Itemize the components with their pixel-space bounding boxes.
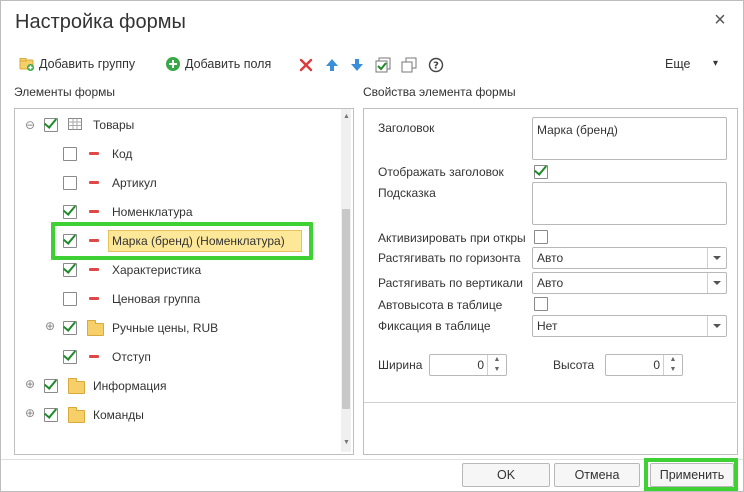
width-value: 0 (477, 358, 484, 372)
checkbox-kod[interactable] (63, 147, 77, 161)
checkbox-informaciya[interactable] (44, 379, 58, 393)
plus-circle-icon (166, 57, 180, 71)
folder-icon (87, 320, 104, 336)
scroll-thumb[interactable] (342, 209, 350, 409)
more-label: Еще (665, 57, 691, 71)
checkbox-komandy[interactable] (44, 408, 58, 422)
ok-button[interactable]: OK (462, 463, 550, 487)
checkbox-otstup[interactable] (63, 350, 77, 364)
activate-label: Активизировать при откры (378, 231, 526, 245)
footer-divider (1, 459, 743, 460)
check-all-icon[interactable] (375, 57, 391, 73)
more-dropdown-icon[interactable]: ▾ (713, 53, 718, 75)
svg-text:?: ? (433, 61, 439, 72)
tree-item-label[interactable]: Характеристика (112, 263, 201, 277)
checkbox-ruchnye-ceny[interactable] (63, 321, 77, 335)
title-value: Марка (бренд) (537, 123, 618, 137)
stretch-vertical-label: Растягивать по вертикали (378, 276, 524, 290)
field-icon (89, 210, 99, 213)
checkbox-tovary[interactable] (44, 118, 58, 132)
hint-field[interactable] (532, 182, 727, 225)
field-icon (89, 181, 99, 184)
field-icon (89, 239, 99, 242)
stretch-horizontal-select[interactable]: Авто (532, 247, 727, 269)
checkbox-artikul[interactable] (63, 176, 77, 190)
show-title-label: Отображать заголовок (378, 165, 504, 179)
stretch-vertical-select[interactable]: Авто (532, 272, 727, 294)
fixation-label: Фиксация в таблице (378, 319, 491, 333)
tree-item-label[interactable]: Команды (93, 408, 144, 422)
height-label: Высота (553, 358, 595, 372)
expand-icon[interactable]: ⊕ (25, 378, 35, 390)
chevron-down-icon[interactable] (707, 316, 726, 336)
fixation-value: Нет (537, 319, 558, 333)
tree-item-label[interactable]: Отступ (112, 350, 151, 364)
autoheight-checkbox[interactable] (534, 297, 548, 311)
scroll-up-icon[interactable]: ▲ (343, 113, 350, 120)
form-settings-dialog: Настройка формы × Добавить группу Добави… (0, 0, 744, 492)
checkbox-cenovaya-gruppa[interactable] (63, 292, 77, 306)
height-spin-icon[interactable]: ▲ ▼ (663, 355, 682, 375)
collapse-icon[interactable]: ⊖ (25, 118, 35, 132)
add-group-button[interactable]: Добавить группу (19, 53, 135, 75)
delete-icon[interactable] (298, 57, 314, 73)
chevron-down-icon[interactable] (707, 248, 726, 268)
dialog-title: Настройка формы (15, 11, 186, 33)
table-icon (68, 118, 82, 130)
folder-add-icon (19, 58, 34, 71)
tree-item-label[interactable]: Ценовая группа (112, 292, 200, 306)
field-icon (89, 152, 99, 155)
uncheck-all-icon[interactable] (401, 57, 417, 73)
tree-item-label[interactable]: Ручные цены, RUB (112, 321, 218, 335)
add-fields-label: Добавить поля (185, 57, 272, 71)
show-title-checkbox[interactable] (534, 165, 548, 179)
tree-item-label-selected[interactable]: Марка (бренд) (Номенклатура) (112, 234, 285, 248)
help-icon[interactable]: ? (428, 57, 444, 73)
element-properties-header: Свойства элемента формы (363, 85, 516, 99)
checkbox-marka[interactable] (63, 234, 77, 248)
tree-item-label[interactable]: Товары (93, 118, 134, 132)
folder-icon (68, 378, 85, 394)
width-label: Ширина (378, 358, 423, 372)
divider (364, 402, 736, 403)
fixation-select[interactable]: Нет (532, 315, 727, 337)
tree-scrollbar[interactable]: ▲ ▼ (341, 109, 351, 452)
autoheight-label: Автовысота в таблице (378, 298, 503, 312)
tree-item-label[interactable]: Артикул (112, 176, 157, 190)
title-field[interactable]: Марка (бренд) (532, 117, 727, 160)
stretch-horizontal-label: Растягивать по горизонта (378, 251, 521, 265)
hint-label: Подсказка (378, 186, 436, 200)
expand-icon[interactable]: ⊕ (25, 407, 35, 419)
width-spin-icon[interactable]: ▲ ▼ (487, 355, 506, 375)
width-stepper[interactable]: 0 ▲ ▼ (429, 354, 507, 376)
title-label: Заголовок (378, 121, 435, 135)
height-stepper[interactable]: 0 ▲ ▼ (605, 354, 683, 376)
add-group-label: Добавить группу (39, 57, 136, 71)
chevron-down-icon[interactable] (707, 273, 726, 293)
scroll-down-icon[interactable]: ▼ (343, 439, 350, 446)
field-icon (89, 297, 99, 300)
apply-button[interactable]: Применить (650, 463, 734, 487)
field-icon (89, 268, 99, 271)
close-icon[interactable]: × (709, 9, 731, 31)
move-up-icon[interactable] (324, 57, 340, 73)
add-fields-button[interactable]: Добавить поля (165, 53, 271, 75)
expand-icon[interactable]: ⊕ (45, 320, 55, 332)
checkbox-harakteristika[interactable] (63, 263, 77, 277)
activate-checkbox[interactable] (534, 230, 548, 244)
tree-item-label[interactable]: Код (112, 147, 132, 161)
stretch-horizontal-value: Авто (537, 251, 564, 265)
field-icon (89, 355, 99, 358)
height-value: 0 (653, 358, 660, 372)
tree-item-label[interactable]: Информация (93, 379, 166, 393)
stretch-vertical-value: Авто (537, 276, 564, 290)
move-down-icon[interactable] (349, 57, 365, 73)
form-elements-header: Элементы формы (14, 85, 116, 99)
cancel-button[interactable]: Отмена (554, 463, 640, 487)
more-button[interactable]: Еще (665, 53, 690, 75)
tree-item-label[interactable]: Номенклатура (112, 205, 193, 219)
checkbox-nomenklatura[interactable] (63, 205, 77, 219)
folder-icon (68, 407, 85, 423)
